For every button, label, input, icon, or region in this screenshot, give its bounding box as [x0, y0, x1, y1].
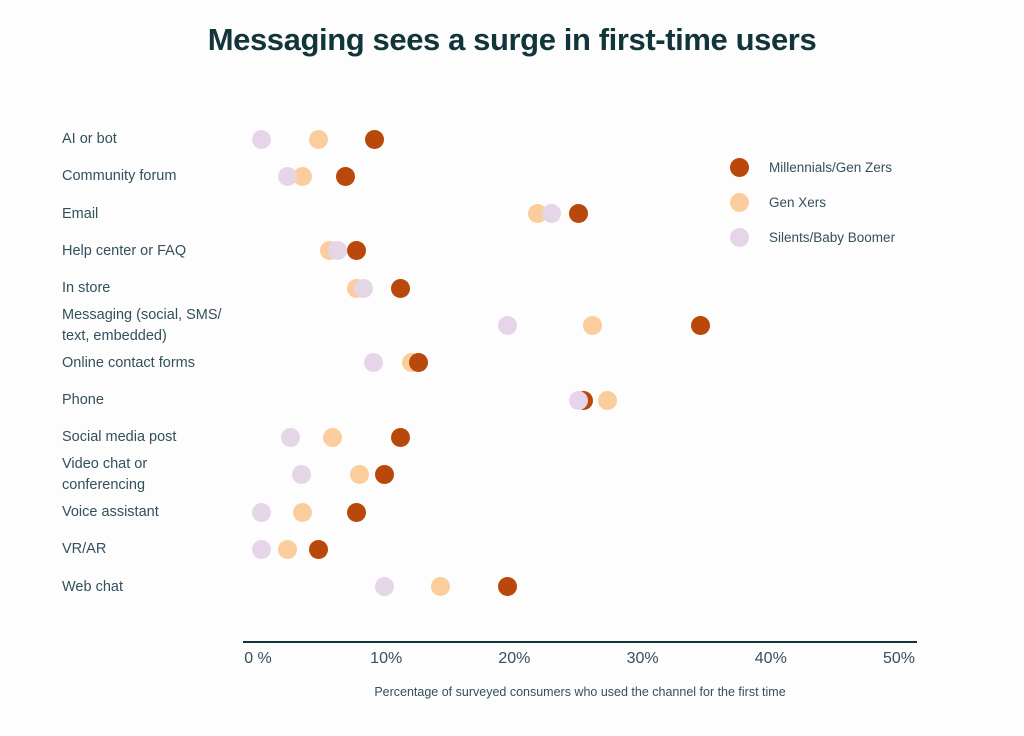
data-point: [498, 316, 518, 335]
data-point: [408, 353, 428, 373]
category-label: Email: [62, 205, 99, 222]
data-point: [292, 465, 312, 485]
data-point: [322, 427, 342, 447]
category-label: Help center or FAQ: [62, 242, 187, 259]
data-point: [349, 465, 369, 485]
x-axis-tick-label: 40%: [754, 650, 787, 667]
legend-label: Silents/Baby Boomer: [769, 230, 896, 245]
data-point: [569, 204, 588, 224]
x-axis-caption: Percentage of surveyed consumers who use…: [374, 685, 786, 699]
x-axis-tick-label: 10%: [370, 650, 403, 667]
category-label: Video chat or conferencing: [62, 456, 148, 494]
data-point: [583, 316, 603, 335]
data-point: [542, 204, 562, 224]
x-axis-tick-label: 0 %: [244, 650, 272, 667]
category-label: Online contact forms: [62, 354, 195, 371]
data-point: [347, 241, 367, 261]
data-point: [327, 241, 347, 261]
data-point: [277, 166, 297, 186]
category-label: Phone: [62, 392, 104, 409]
legend-swatch-icon: [730, 228, 749, 247]
data-point: [308, 539, 328, 559]
data-point: [365, 129, 385, 149]
category-label: In store: [62, 280, 111, 297]
data-point: [252, 129, 272, 149]
x-axis-tick-label: 20%: [498, 650, 531, 667]
data-point: [347, 502, 367, 522]
data-point: [430, 577, 450, 597]
legend-item[interactable]: Millennials/Gen Zers: [730, 150, 950, 185]
category-label: Social media post: [62, 429, 177, 446]
category-label: Messaging (social, SMS/ text, embedded): [62, 307, 222, 344]
legend-item[interactable]: Silents/Baby Boomer: [730, 220, 950, 255]
data-point: [390, 427, 410, 447]
data-point: [353, 278, 373, 298]
category-label: Community forum: [62, 168, 177, 185]
data-point: [277, 539, 297, 559]
data-point: [293, 502, 313, 522]
data-point: [375, 577, 395, 597]
data-point: [598, 390, 618, 410]
data-point: [252, 539, 272, 559]
legend-swatch-icon: [730, 193, 749, 212]
scatter-plot: AI or bot Community forum Email Help center…: [0, 0, 1024, 736]
data-point: [375, 465, 395, 485]
legend-label: Gen Xers: [769, 195, 827, 210]
x-axis-tick-label: 50%: [882, 650, 916, 667]
data-point: [390, 278, 410, 298]
data-point: [308, 129, 328, 149]
category-label: Web chat: [62, 578, 123, 595]
data-point: [498, 577, 518, 597]
data-point: [280, 427, 300, 447]
data-point: [335, 166, 355, 186]
legend-swatch-icon: [730, 158, 749, 177]
data-point: [569, 390, 588, 410]
x-axis-tick-label: 30%: [626, 650, 659, 667]
legend-item[interactable]: Gen Xers: [730, 185, 950, 220]
data-point: [363, 353, 383, 373]
category-label: Voice assistant: [62, 504, 159, 520]
data-point: [252, 502, 272, 522]
legend-label: Millennials/Gen Zers: [769, 160, 893, 175]
x-axis-line: [243, 641, 917, 643]
category-label: VR/AR: [62, 541, 107, 558]
data-point: [690, 316, 710, 335]
legend: Millennials/Gen Zers Gen Xers Silents/Baby…: [730, 150, 950, 255]
category-label: AI or bot: [62, 131, 117, 147]
